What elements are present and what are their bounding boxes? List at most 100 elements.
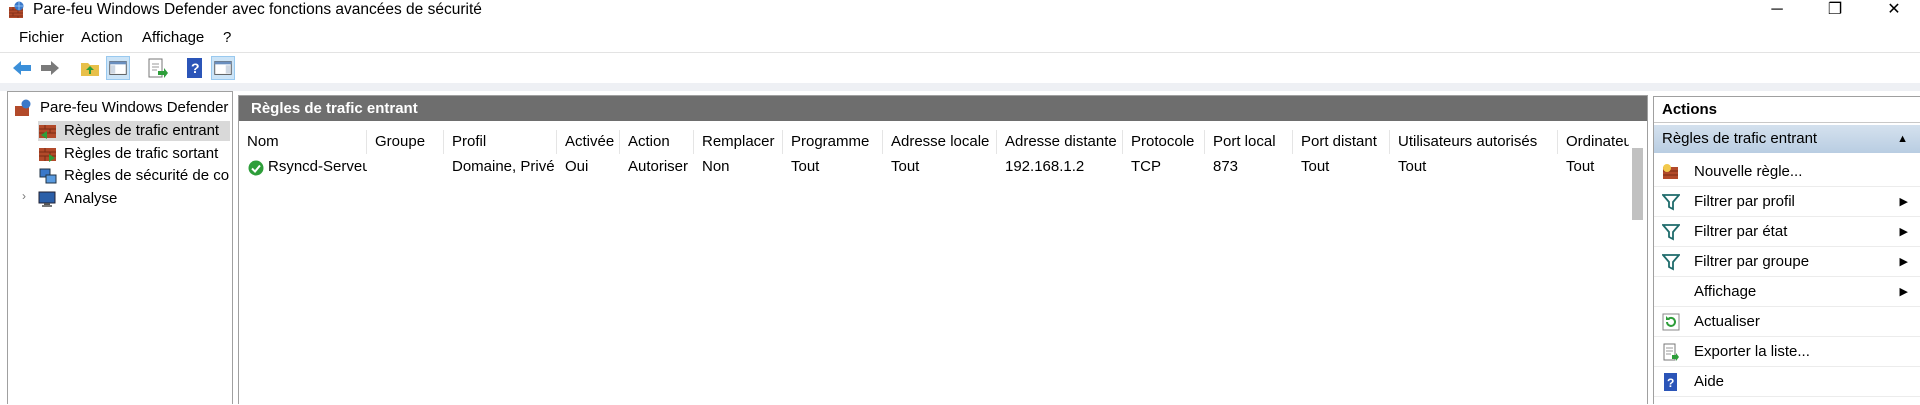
actions-title: Actions xyxy=(1654,97,1920,123)
column-header[interactable]: Port local xyxy=(1205,130,1293,154)
action-view[interactable]: Affichage ▶ xyxy=(1654,277,1920,307)
action-filter-profile[interactable]: Filtrer par profil ▶ xyxy=(1654,187,1920,217)
table-row[interactable]: Rsyncd-Serveur Domaine, Privé Oui Autori… xyxy=(239,155,1629,179)
action-label: Nouvelle règle... xyxy=(1694,163,1803,180)
column-header[interactable]: Protocole xyxy=(1123,130,1205,154)
svg-text:?: ? xyxy=(191,60,200,76)
outbound-rules-icon xyxy=(39,148,56,162)
back-icon[interactable] xyxy=(10,56,34,80)
svg-text:?: ? xyxy=(1667,376,1674,390)
new-rule-icon xyxy=(1663,164,1678,179)
navigation-tree: Pare-feu Windows Defender avec fonctions… xyxy=(7,91,233,404)
up-folder-icon[interactable] xyxy=(78,56,102,80)
submenu-arrow-icon: ▶ xyxy=(1899,226,1908,238)
connection-security-icon xyxy=(39,168,57,184)
action-label: Exporter la liste... xyxy=(1694,343,1810,360)
cell-local-address: Tout xyxy=(891,158,920,175)
cell-program: Tout xyxy=(791,158,820,175)
actions-section-header[interactable]: Règles de trafic entrant ▲ xyxy=(1654,125,1920,153)
menu-fichier[interactable]: Fichier xyxy=(19,29,64,46)
action-label: Aide xyxy=(1694,373,1725,390)
help-icon: ? xyxy=(1664,373,1677,391)
maximize-button[interactable]: ❐ xyxy=(1815,0,1855,20)
rules-pane-title: Règles de trafic entrant xyxy=(239,96,1647,121)
column-headers: Nom Groupe Profil Activée Action Remplac… xyxy=(239,130,1629,154)
cell-computers: Tout xyxy=(1566,158,1595,175)
tree-item-monitoring[interactable]: Analyse xyxy=(38,189,230,209)
column-header[interactable]: Programme xyxy=(783,130,883,154)
actions-section-label: Règles de trafic entrant xyxy=(1662,130,1818,147)
action-filter-group[interactable]: Filtrer par groupe ▶ xyxy=(1654,247,1920,277)
submenu-arrow-icon: ▶ xyxy=(1899,256,1908,268)
action-refresh[interactable]: Actualiser xyxy=(1654,307,1920,337)
cell-enabled: Oui xyxy=(565,158,589,175)
column-header[interactable]: Port distant xyxy=(1293,130,1390,154)
collapse-arrow-icon[interactable]: ▲ xyxy=(1897,125,1908,153)
forward-icon[interactable] xyxy=(38,56,62,80)
tree-root[interactable]: Pare-feu Windows Defender avec fonctions… xyxy=(14,98,232,118)
help-icon[interactable]: ? xyxy=(183,56,207,80)
inbound-rules-icon xyxy=(39,125,56,139)
menu-help[interactable]: ? xyxy=(223,29,231,46)
cell-local-port: 873 xyxy=(1213,158,1239,175)
tree-item-outbound-rules[interactable]: Règles de trafic sortant xyxy=(38,144,230,164)
filter-icon xyxy=(1662,254,1680,271)
cell-profile: Domaine, Privé xyxy=(452,158,555,175)
column-header[interactable]: Adresse locale xyxy=(883,130,997,154)
toolbar: ? xyxy=(0,52,1920,83)
cell-protocol: TCP xyxy=(1131,158,1161,175)
cell-action: Autoriser xyxy=(628,158,689,175)
vertical-scrollbar[interactable] xyxy=(1629,128,1646,405)
action-label: Actualiser xyxy=(1694,313,1760,330)
tree-item-label: Règles de trafic entrant xyxy=(64,122,220,139)
cell-remote-address: 192.168.1.2 xyxy=(1005,158,1085,175)
column-header[interactable]: Activée xyxy=(557,130,620,154)
refresh-icon xyxy=(1662,313,1680,331)
tree-item-inbound-rules[interactable]: Règles de trafic entrant xyxy=(38,121,230,141)
filter-icon xyxy=(1662,194,1680,211)
title-bar: Pare-feu Windows Defender avec fonctions… xyxy=(0,0,1920,22)
pane-separator xyxy=(0,83,1920,91)
cell-group xyxy=(367,155,444,179)
cell-override: Non xyxy=(702,158,730,175)
column-header[interactable]: Nom xyxy=(239,130,367,154)
action-label: Filtrer par profil xyxy=(1694,193,1795,210)
column-header[interactable]: Action xyxy=(620,130,694,154)
action-filter-state[interactable]: Filtrer par état ▶ xyxy=(1654,217,1920,247)
action-new-rule[interactable]: Nouvelle règle... xyxy=(1654,157,1920,187)
show-hide-tree-icon[interactable] xyxy=(106,56,130,80)
column-header[interactable]: Profil xyxy=(444,130,557,154)
action-export-list[interactable]: Exporter la liste... xyxy=(1654,337,1920,367)
minimize-button[interactable]: ─ xyxy=(1757,0,1797,20)
export-list-icon[interactable] xyxy=(145,56,169,80)
column-header[interactable]: Remplacer xyxy=(694,130,783,154)
action-help[interactable]: ? Aide xyxy=(1654,367,1920,397)
tree-item-connection-security[interactable]: Règles de sécurité de connexion xyxy=(38,166,230,186)
firewall-app-icon xyxy=(9,1,24,18)
menu-action[interactable]: Action xyxy=(81,29,123,46)
submenu-arrow-icon: ▶ xyxy=(1899,286,1908,298)
tree-item-label: Règles de trafic sortant xyxy=(64,145,219,162)
export-icon xyxy=(1663,343,1679,361)
actions-pane: Actions Règles de trafic entrant ▲ Nouve… xyxy=(1653,96,1920,404)
show-hide-action-pane-icon[interactable] xyxy=(211,56,235,80)
submenu-arrow-icon: ▶ xyxy=(1899,196,1908,208)
scrollbar-thumb[interactable] xyxy=(1632,148,1643,220)
action-label: Filtrer par groupe xyxy=(1694,253,1810,270)
firewall-icon xyxy=(15,99,31,116)
cell-name: Rsyncd-Serveur xyxy=(268,158,367,175)
column-header[interactable]: Ordinateurs xyxy=(1558,130,1629,154)
column-header[interactable]: Adresse distante xyxy=(997,130,1123,154)
column-header[interactable]: Groupe xyxy=(367,130,444,154)
filter-icon xyxy=(1662,224,1680,241)
expand-chevron-icon[interactable]: › xyxy=(22,189,26,203)
menu-affichage[interactable]: Affichage xyxy=(142,29,204,46)
menu-bar: Fichier Action Affichage ? xyxy=(0,26,1920,50)
close-button[interactable]: ✕ xyxy=(1874,0,1914,20)
action-label: Affichage xyxy=(1694,283,1757,300)
cell-authorized-users: Tout xyxy=(1398,158,1427,175)
monitoring-icon xyxy=(38,191,56,207)
rules-pane: Règles de trafic entrant Nom Groupe Prof… xyxy=(238,95,1648,405)
action-label: Filtrer par état xyxy=(1694,223,1788,240)
column-header[interactable]: Utilisateurs autorisés xyxy=(1390,130,1558,154)
